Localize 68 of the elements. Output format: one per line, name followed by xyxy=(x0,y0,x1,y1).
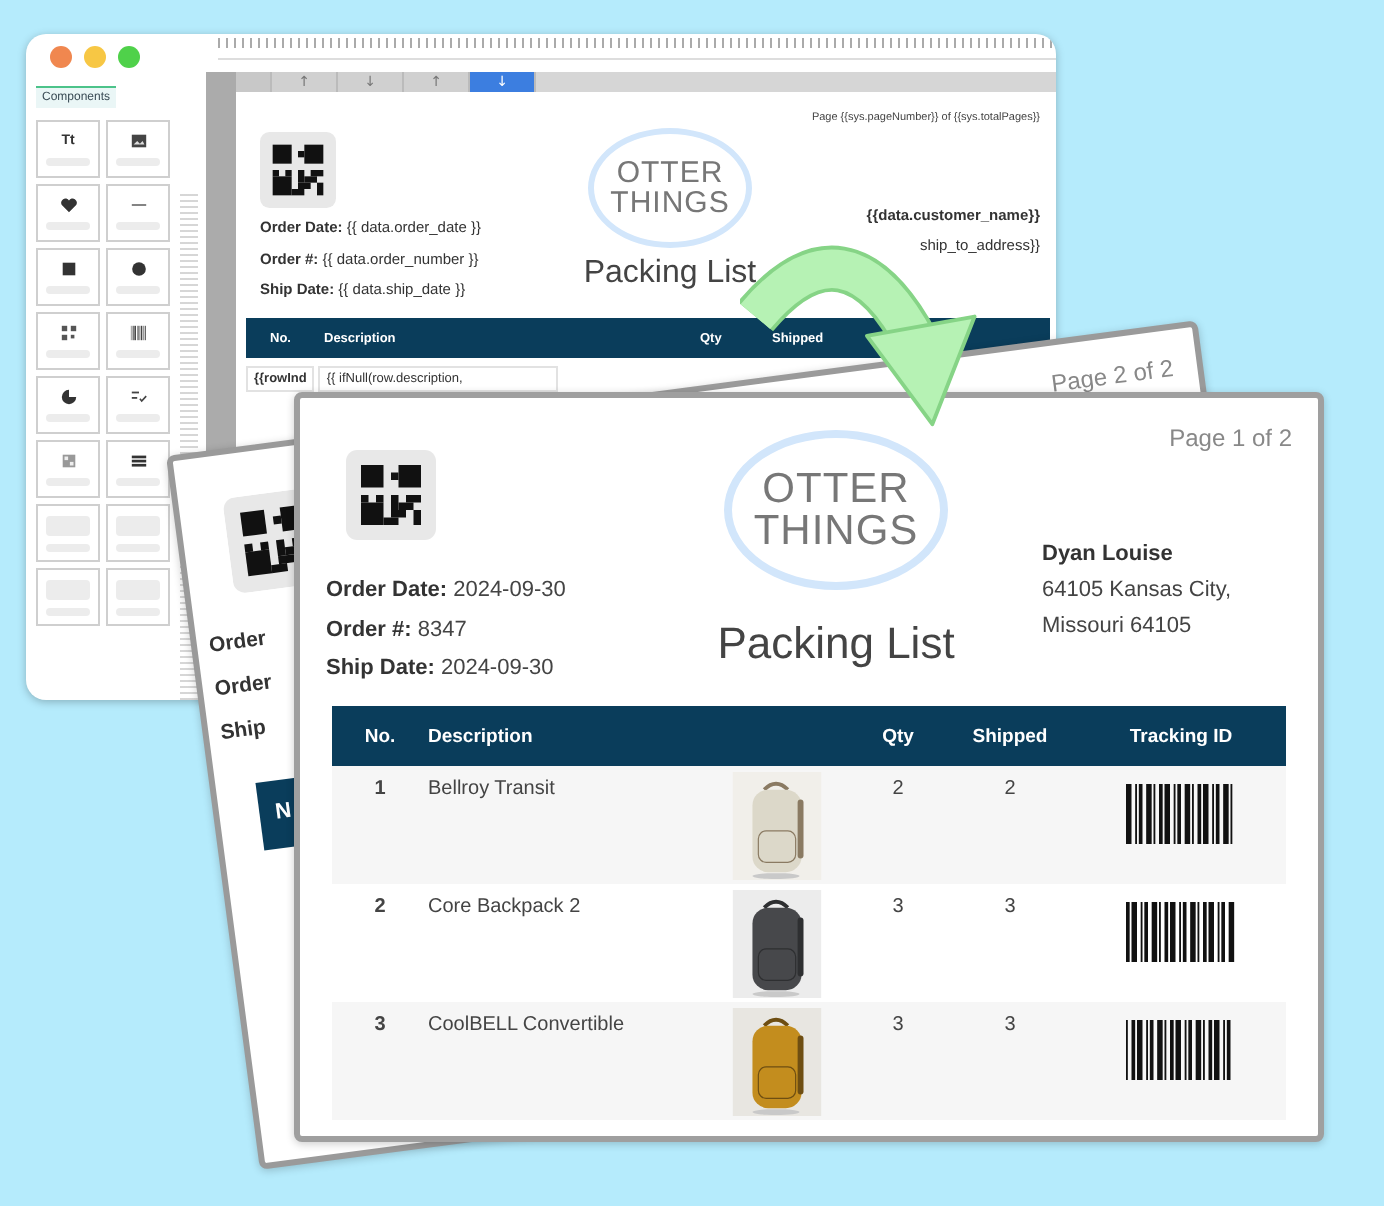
minimize-button[interactable] xyxy=(84,46,106,68)
quantity: 3 xyxy=(890,894,906,918)
order-field: Order Date: 2024-09-30 xyxy=(326,572,686,611)
palette-tile[interactable] xyxy=(36,504,100,562)
document-title: Packing List xyxy=(717,618,955,670)
palette-tile[interactable] xyxy=(36,376,100,434)
address-line: Missouri 64105 xyxy=(1042,612,1194,642)
close-button[interactable] xyxy=(50,46,72,68)
logo-text: OTTER xyxy=(616,158,724,188)
barcode-icon xyxy=(1126,902,1236,962)
image-icon xyxy=(129,132,147,150)
field-label: Order xyxy=(213,670,274,702)
heart-icon xyxy=(59,196,77,214)
page-number: Page 1 of 2 xyxy=(1169,424,1292,452)
column-header: Qty xyxy=(880,725,916,747)
shipped-quantity: 3 xyxy=(1002,1012,1018,1036)
field-label: Ship xyxy=(219,715,268,746)
logo-text: THINGS xyxy=(610,188,730,218)
column-header: N xyxy=(273,798,293,825)
field-label: Order xyxy=(207,626,268,658)
table-icon xyxy=(59,452,77,470)
order-field: Order #: 8347 xyxy=(326,611,686,650)
quantity: 3 xyxy=(890,1012,906,1036)
logo-text: OTTER xyxy=(762,468,910,510)
palette-tile[interactable] xyxy=(36,440,100,498)
checklist-icon xyxy=(129,388,147,406)
shipped-quantity: 3 xyxy=(1002,894,1018,918)
column-header: No. xyxy=(362,725,398,747)
palette-tile[interactable] xyxy=(36,568,100,626)
palette-tile[interactable] xyxy=(106,376,170,434)
palette-tile[interactable] xyxy=(106,184,170,242)
palette-tile[interactable] xyxy=(106,440,170,498)
logo-text: THINGS xyxy=(753,510,919,552)
column-header: Tracking ID xyxy=(1127,725,1235,747)
maximize-button[interactable] xyxy=(118,46,140,68)
shipped-quantity: 2 xyxy=(1002,776,1018,800)
column-header: Shipped xyxy=(970,725,1050,747)
palette-tile[interactable] xyxy=(106,312,170,370)
palette-tile[interactable] xyxy=(36,248,100,306)
palette-tile[interactable] xyxy=(106,120,170,178)
item-description: Core Backpack 2 xyxy=(428,894,583,918)
palette-tile[interactable] xyxy=(36,312,100,370)
qr-code-icon xyxy=(260,132,336,208)
document-title: Packing List xyxy=(583,256,757,292)
barcode-icon xyxy=(1126,1020,1236,1080)
address-line: 64105 Kansas City, xyxy=(1042,576,1234,606)
qr-code-icon xyxy=(346,450,436,540)
item-description: CoolBELL Convertible xyxy=(428,1012,627,1036)
qr-code-icon xyxy=(59,324,77,342)
quantity: 2 xyxy=(890,776,906,800)
row-number: 2 xyxy=(372,894,388,918)
circle-icon xyxy=(129,260,147,278)
palette-tile[interactable] xyxy=(106,248,170,306)
row-number: 1 xyxy=(372,776,388,800)
row-number: 3 xyxy=(372,1012,388,1036)
pie-chart-icon xyxy=(59,388,77,406)
order-field: Ship Date: 2024-09-30 xyxy=(326,650,686,689)
barcode-icon xyxy=(1126,784,1236,844)
palette-tile[interactable] xyxy=(106,504,170,562)
palette-tile[interactable] xyxy=(36,184,100,242)
list-icon xyxy=(129,452,147,470)
page-number: Page 2 of 2 xyxy=(1049,353,1175,398)
palette-tile[interactable] xyxy=(106,568,170,626)
square-icon xyxy=(59,260,77,278)
item-description: Bellroy Transit xyxy=(428,776,557,800)
column-header: Description xyxy=(428,725,535,747)
barcode-icon xyxy=(129,324,147,342)
customer-name: Dyan Louise xyxy=(1042,540,1175,570)
